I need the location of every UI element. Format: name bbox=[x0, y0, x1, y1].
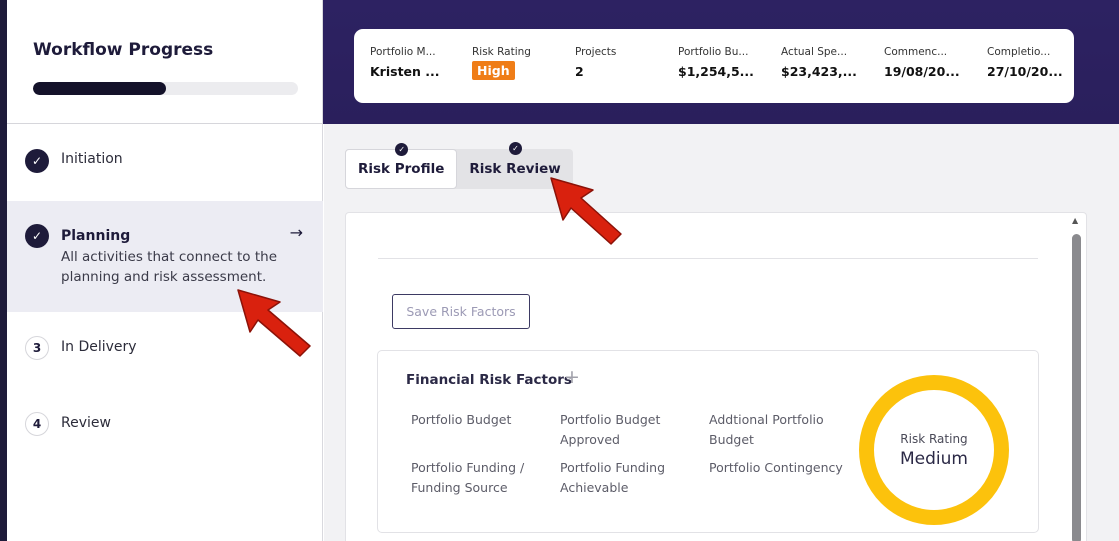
kpi-completion: Completio... 27/10/20... bbox=[987, 46, 1067, 79]
kpi-portfolio-manager: Portfolio M... Kristen ... bbox=[370, 46, 460, 79]
workflow-sidebar: Workflow Progress ✓ Initiation ✓ Plannin… bbox=[7, 0, 323, 541]
kpi-value: 27/10/20... bbox=[987, 64, 1063, 79]
risk-rating-badge: High bbox=[472, 61, 515, 80]
tab-risk-profile[interactable]: ✓ Risk Profile bbox=[345, 143, 458, 189]
step-number-badge: 4 bbox=[25, 412, 49, 436]
kpi-projects: Projects 2 bbox=[575, 46, 665, 79]
step-review[interactable]: 4 Review bbox=[7, 389, 323, 466]
factor-item: Portfolio Funding Achievable bbox=[560, 460, 666, 495]
kpi-label: Actual Spe... bbox=[781, 46, 848, 58]
kpi-portfolio-budget: Portfolio Bu... $1,254,5... bbox=[678, 46, 768, 79]
kpi-risk-rating: Risk Rating High bbox=[472, 46, 562, 80]
step-number-badge: 3 bbox=[25, 336, 49, 360]
risk-tabs: ✓ Risk Profile ✓ Risk Review bbox=[345, 142, 573, 189]
step-label: Planning bbox=[61, 228, 131, 244]
step-initiation[interactable]: ✓ Initiation bbox=[7, 124, 323, 201]
step-label: Initiation bbox=[61, 151, 123, 167]
portfolio-summary-card: Portfolio M... Kristen ... Risk Rating H… bbox=[354, 29, 1074, 103]
check-icon: ✓ bbox=[395, 143, 409, 156]
annotation-arrow-icon bbox=[237, 289, 311, 357]
kpi-label: Portfolio M... bbox=[370, 46, 436, 58]
kpi-actual-spend: Actual Spe... $23,423,... bbox=[781, 46, 871, 79]
kpi-label: Risk Rating bbox=[472, 46, 531, 58]
kpi-label: Completio... bbox=[987, 46, 1051, 58]
annotation-arrow-icon bbox=[550, 177, 622, 245]
window-edge bbox=[0, 0, 7, 541]
check-icon: ✓ bbox=[25, 224, 49, 248]
step-label: In Delivery bbox=[61, 339, 137, 355]
factor-item: Addtional Portfolio Budget bbox=[709, 412, 824, 447]
financial-risk-title: Financial Risk Factors bbox=[406, 372, 572, 388]
kpi-value: 2 bbox=[575, 64, 584, 79]
portfolio-banner: Portfolio M... Kristen ... Risk Rating H… bbox=[323, 0, 1119, 124]
kpi-commencement: Commenc... 19/08/20... bbox=[884, 46, 974, 79]
tab-label: Risk Profile bbox=[358, 161, 445, 177]
arrow-right-icon[interactable]: → bbox=[290, 223, 303, 242]
workflow-progress-header: Workflow Progress bbox=[7, 0, 323, 124]
gauge-value: Medium bbox=[900, 448, 968, 469]
scroll-thumb[interactable] bbox=[1072, 234, 1081, 541]
workflow-progress-fill bbox=[33, 82, 166, 95]
divider bbox=[378, 258, 1038, 259]
kpi-value: 19/08/20... bbox=[884, 64, 960, 79]
workflow-progress-title: Workflow Progress bbox=[33, 40, 214, 60]
content-scrollbar[interactable]: ▲ bbox=[1070, 216, 1083, 541]
workflow-progress-bar bbox=[33, 82, 298, 95]
check-icon: ✓ bbox=[25, 149, 49, 173]
kpi-label: Projects bbox=[575, 46, 617, 58]
scroll-up-icon[interactable]: ▲ bbox=[1072, 216, 1078, 225]
kpi-value: Kristen ... bbox=[370, 64, 440, 79]
factor-item: Portfolio Funding / Funding Source bbox=[411, 460, 525, 495]
main-panel: ✓ Risk Profile ✓ Risk Review Save Risk F… bbox=[324, 124, 1119, 541]
factor-item: Portfolio Contingency bbox=[709, 460, 843, 475]
check-icon: ✓ bbox=[509, 142, 523, 155]
kpi-value: $1,254,5... bbox=[678, 64, 754, 79]
financial-risk-card: Financial Risk Factors + Portfolio Budge… bbox=[377, 350, 1039, 533]
save-risk-factors-button[interactable]: Save Risk Factors bbox=[392, 294, 530, 329]
step-label: Review bbox=[61, 415, 111, 431]
risk-rating-gauge: Risk Rating Medium bbox=[859, 375, 1009, 525]
risk-content-panel: Save Risk Factors Financial Risk Factors… bbox=[345, 212, 1087, 541]
gauge-label: Risk Rating bbox=[900, 431, 968, 446]
kpi-label: Commenc... bbox=[884, 46, 948, 58]
factor-item: Portfolio Budget Approved bbox=[560, 412, 661, 447]
factor-item: Portfolio Budget bbox=[411, 412, 512, 427]
plus-icon[interactable]: + bbox=[564, 366, 580, 388]
kpi-value: $23,423,... bbox=[781, 64, 857, 79]
kpi-label: Portfolio Bu... bbox=[678, 46, 749, 58]
